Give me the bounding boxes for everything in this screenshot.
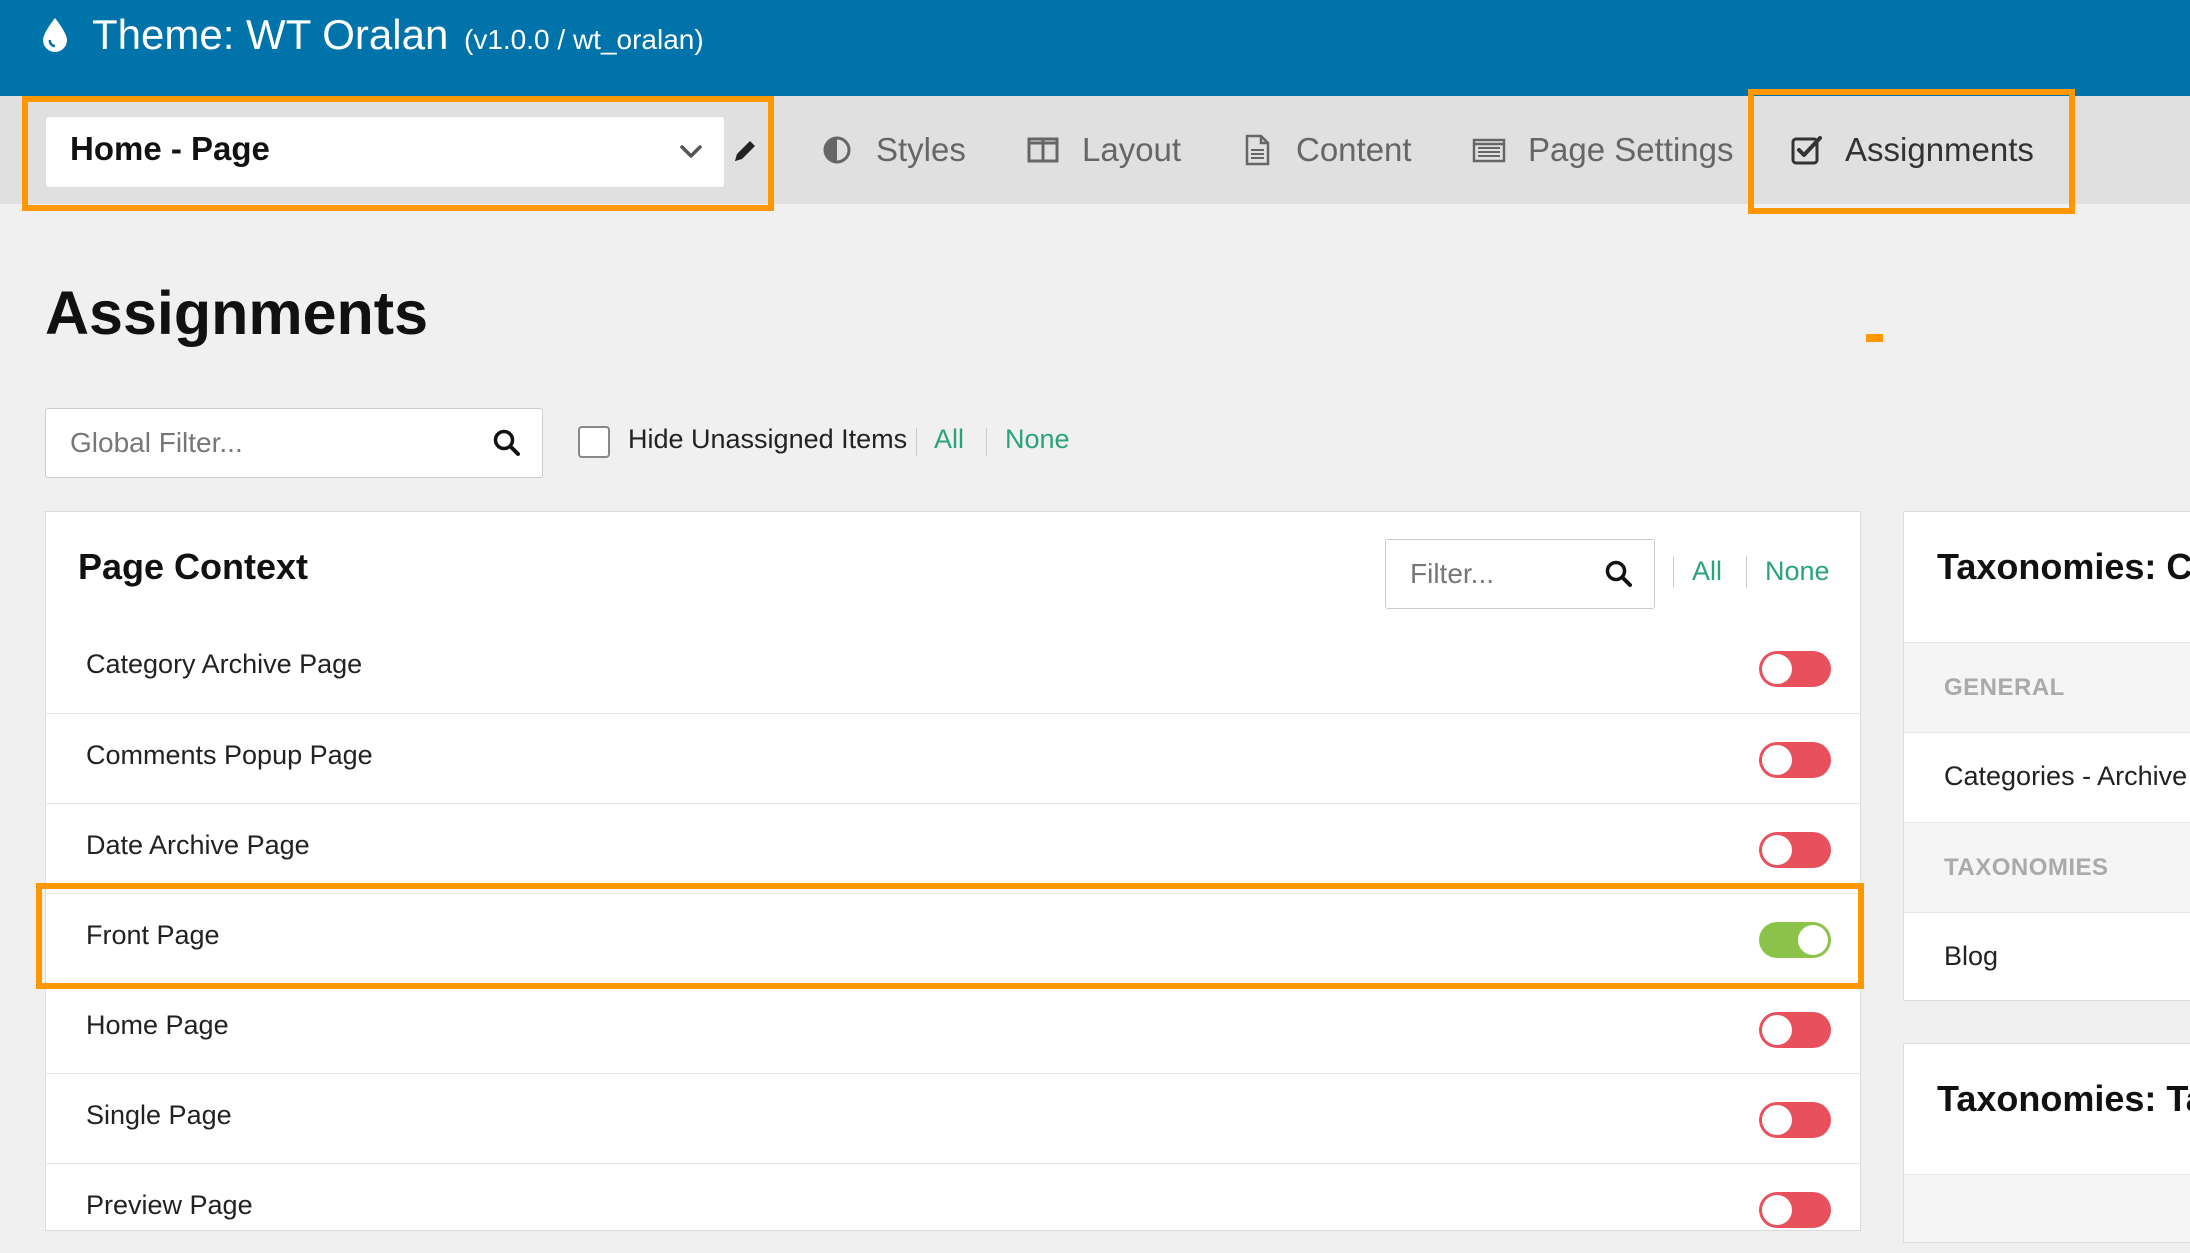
group-header: GENERAL bbox=[1904, 642, 2190, 732]
toggle-knob bbox=[1762, 745, 1792, 775]
tab-styles[interactable]: Styles bbox=[820, 96, 966, 204]
tab-page-settings[interactable]: Page Settings bbox=[1472, 96, 1733, 204]
contrast-icon bbox=[823, 136, 851, 164]
divider bbox=[1673, 556, 1674, 588]
panel-title: Taxonomies: Ca bbox=[1937, 546, 2190, 587]
assignment-toggle[interactable] bbox=[1759, 832, 1831, 868]
assignment-toggle[interactable] bbox=[1759, 1192, 1831, 1228]
page-select-value: Home - Page bbox=[70, 130, 270, 167]
global-filter-input[interactable] bbox=[46, 409, 542, 477]
edit-pencil-icon[interactable] bbox=[730, 136, 760, 166]
tab-assignments-label: Assignments bbox=[1845, 131, 2034, 168]
columns-icon bbox=[1027, 137, 1059, 163]
group-header-label: GENERAL bbox=[1944, 674, 2065, 701]
theme-header: Theme: WT Oralan (v1.0.0 / wt_oralan) bbox=[0, 0, 2190, 96]
list-item-label: Preview Page bbox=[86, 1190, 253, 1220]
select-all-link[interactable]: All bbox=[934, 424, 964, 455]
divider bbox=[916, 428, 917, 456]
list-item: Preview Page bbox=[46, 1163, 1860, 1253]
search-icon[interactable] bbox=[492, 428, 522, 458]
taxonomies-tags-panel: Taxonomies: Ta bbox=[1903, 1043, 2190, 1243]
tab-page-settings-label: Page Settings bbox=[1528, 131, 1734, 168]
select-none-link[interactable]: None bbox=[1005, 424, 1070, 455]
list-item[interactable]: Blog bbox=[1904, 912, 2190, 1000]
group-header-label: TAXONOMIES bbox=[1944, 854, 2109, 881]
hide-unassigned-checkbox[interactable] bbox=[578, 426, 610, 458]
toggle-knob bbox=[1762, 1015, 1792, 1045]
list-item-label: Front Page bbox=[86, 920, 220, 950]
toggle-knob bbox=[1762, 654, 1792, 684]
panel-title: Page Context bbox=[78, 546, 309, 587]
list-item-label: Date Archive Page bbox=[86, 830, 310, 860]
annotation-mark bbox=[1866, 334, 1883, 342]
page-context-none-link[interactable]: None bbox=[1765, 556, 1830, 587]
list-item-label: Single Page bbox=[86, 1100, 232, 1130]
list-item[interactable]: Categories - Archive V bbox=[1904, 732, 2190, 822]
editor-tab-bar: Home - Page Styles Layout Content Page S… bbox=[0, 96, 2190, 204]
global-filter bbox=[45, 408, 543, 478]
group-header bbox=[1904, 1174, 2190, 1242]
page-context-panel: Page Context All None Category Archive P… bbox=[45, 511, 1861, 1231]
assignment-toggle[interactable] bbox=[1759, 742, 1831, 778]
document-icon bbox=[1245, 134, 1270, 166]
toggle-knob bbox=[1762, 1105, 1792, 1135]
assignment-toggle[interactable] bbox=[1759, 922, 1831, 958]
tab-styles-label: Styles bbox=[876, 131, 966, 168]
page-select-dropdown[interactable]: Home - Page bbox=[46, 117, 724, 187]
assignment-toggle[interactable] bbox=[1759, 651, 1831, 687]
group-header: TAXONOMIES bbox=[1904, 822, 2190, 912]
tab-content-label: Content bbox=[1296, 131, 1412, 168]
search-icon[interactable] bbox=[1604, 559, 1634, 589]
theme-title: Theme: WT Oralan (v1.0.0 / wt_oralan) bbox=[92, 11, 704, 59]
checkbox-icon bbox=[1791, 136, 1822, 165]
droplet-icon bbox=[43, 18, 67, 52]
list-item: Category Archive Page bbox=[46, 623, 1860, 713]
tab-content[interactable]: Content bbox=[1240, 96, 1412, 204]
divider bbox=[986, 428, 987, 456]
panel-title: Taxonomies: Ta bbox=[1937, 1078, 2190, 1119]
tab-assignments[interactable]: Assignments bbox=[1789, 96, 2034, 204]
taxonomies-categories-panel: Taxonomies: Ca GENERAL Categories - Arch… bbox=[1903, 511, 2190, 1001]
list-item: Single Page bbox=[46, 1073, 1860, 1163]
tab-layout[interactable]: Layout bbox=[1026, 96, 1181, 204]
theme-name: Theme: WT Oralan bbox=[92, 11, 449, 58]
list-item-label: Categories - Archive V bbox=[1944, 761, 2190, 791]
chevron-down-icon bbox=[680, 145, 702, 158]
toggle-knob bbox=[1762, 835, 1792, 865]
divider bbox=[1746, 556, 1747, 588]
list-item: Comments Popup Page bbox=[46, 713, 1860, 803]
assignment-toggle[interactable] bbox=[1759, 1012, 1831, 1048]
tab-layout-label: Layout bbox=[1082, 131, 1182, 168]
list-item-label: Category Archive Page bbox=[86, 649, 363, 679]
toggle-knob bbox=[1762, 1195, 1792, 1225]
toggle-knob bbox=[1798, 925, 1828, 955]
page-context-all-link[interactable]: All bbox=[1692, 556, 1722, 587]
list-item-label: Home Page bbox=[86, 1010, 229, 1040]
list-item-label: Blog bbox=[1944, 941, 1999, 971]
assignment-toggle[interactable] bbox=[1759, 1102, 1831, 1138]
list-item: Front Page bbox=[46, 893, 1860, 983]
panel-filter bbox=[1385, 539, 1655, 609]
theme-version: (v1.0.0 / wt_oralan) bbox=[464, 24, 704, 55]
list-item: Date Archive Page bbox=[46, 803, 1860, 893]
hide-unassigned-label: Hide Unassigned Items bbox=[628, 424, 908, 454]
list-window-icon bbox=[1472, 138, 1506, 163]
list-item: Home Page bbox=[46, 983, 1860, 1073]
page-title: Assignments bbox=[45, 279, 429, 347]
list-item-label: Comments Popup Page bbox=[86, 740, 373, 770]
